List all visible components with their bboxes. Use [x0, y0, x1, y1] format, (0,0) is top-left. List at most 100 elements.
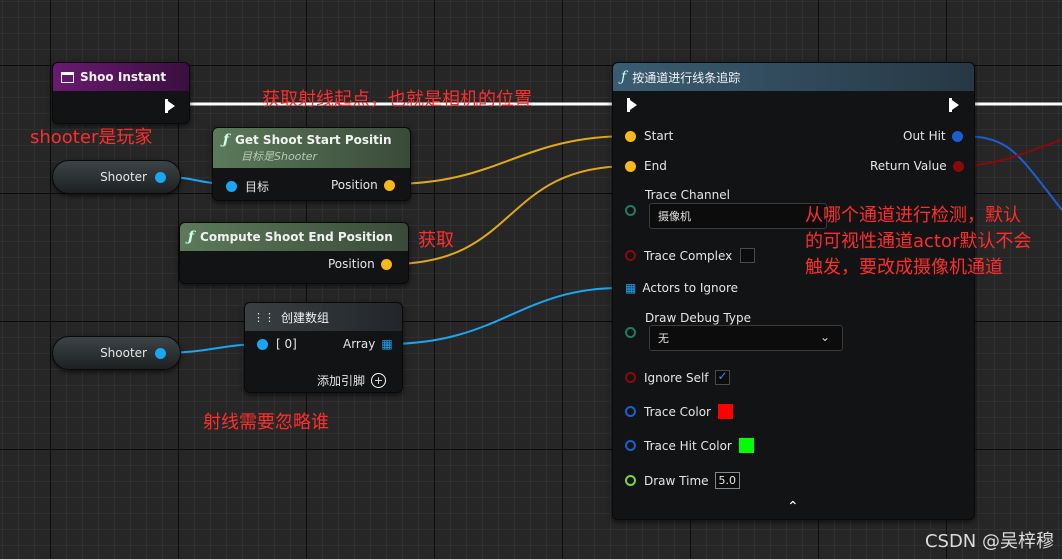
- add-pin-button[interactable]: 添加引脚 +: [317, 372, 387, 389]
- draw-debug-type-value: 无: [658, 332, 669, 345]
- return-value-label: Return Value: [870, 159, 947, 173]
- shooter-label: Shooter: [100, 346, 147, 360]
- struct-pin-icon: [625, 406, 636, 417]
- float-pin-icon: [625, 475, 636, 486]
- trace-exec-out[interactable]: [949, 98, 959, 112]
- exec-out-pin-icon: [165, 99, 175, 113]
- array-actors-wire: [386, 287, 621, 345]
- target-input-pin[interactable]: 目标: [226, 178, 269, 195]
- ignore-self-pin[interactable]: Ignore Self ✓: [625, 369, 730, 385]
- trace-exec-in[interactable]: [627, 98, 637, 112]
- struct-pin-icon: [625, 440, 636, 451]
- get-shoot-start-title: Get Shoot Start Positin: [235, 133, 392, 147]
- function-icon: ƒ: [621, 69, 627, 85]
- add-pin-plus-icon: +: [371, 373, 387, 388]
- bool-pin-icon: [952, 160, 964, 172]
- event-node-header: Shoo Instant: [53, 63, 189, 91]
- trace-color-swatch[interactable]: [716, 403, 734, 420]
- get-shoot-start-title-row: ƒ Get Shoot Start Positin: [223, 132, 392, 148]
- trace-channel-value: 摄像机: [658, 210, 691, 223]
- bool-pin-icon: [625, 372, 636, 383]
- ignore-self-checkbox[interactable]: ✓: [714, 369, 730, 385]
- function-icon: ƒ: [223, 132, 230, 148]
- vector-pin-icon: [625, 130, 636, 142]
- exec-in-pin-icon: [627, 98, 637, 112]
- shooter-annotation: shooter是玩家: [30, 127, 153, 148]
- start-position-output-pin[interactable]: Position: [331, 178, 395, 192]
- target-label: 目标: [245, 180, 270, 194]
- draw-debug-label-row: Draw Debug Type: [645, 311, 751, 325]
- exec-annotation: 获取射线起点，也就是相机的位置: [262, 89, 532, 110]
- draw-debug-pin[interactable]: [625, 327, 636, 338]
- function-icon: ƒ: [188, 229, 195, 245]
- vector-pin-icon: [625, 160, 636, 172]
- event-node[interactable]: Shoo Instant: [52, 62, 190, 124]
- array-output-pin[interactable]: Array ▦: [343, 337, 393, 351]
- ignore-self-label: Ignore Self: [644, 370, 709, 385]
- trace-complex-checkbox[interactable]: [740, 248, 756, 263]
- draw-time-input[interactable]: 5.0: [714, 472, 741, 489]
- return-value-output-pin[interactable]: Return Value: [870, 159, 964, 173]
- get-annotation: 获取: [418, 230, 454, 251]
- shooter-variable-node[interactable]: Shooter: [52, 160, 181, 194]
- end-input-pin[interactable]: End: [625, 159, 667, 173]
- draw-debug-type-label: Draw Debug Type: [645, 311, 751, 325]
- line-trace-title: 按通道进行线条追踪: [632, 70, 741, 85]
- draw-time-pin[interactable]: Draw Time 5.0: [625, 472, 741, 489]
- check-icon: ✓: [717, 369, 728, 383]
- end-label: End: [644, 159, 667, 173]
- byte-pin-icon: [625, 327, 636, 338]
- end-position-output-pin[interactable]: Position: [328, 257, 392, 271]
- get-shoot-start-subtitle: 目标是Shooter: [241, 150, 318, 163]
- target-pin-icon: [226, 181, 237, 192]
- actors-to-ignore-pin[interactable]: ▦ Actors to Ignore: [625, 281, 738, 295]
- position-pin-icon: [380, 258, 392, 270]
- shooter-output-pin[interactable]: [155, 171, 166, 183]
- element-pin-icon: [257, 338, 268, 350]
- out-hit-output-pin[interactable]: Out Hit: [903, 129, 963, 143]
- trace-hit-color-pin[interactable]: Trace Hit Color: [625, 437, 755, 454]
- array-output-label: Array: [343, 337, 376, 351]
- line-trace-header: ƒ 按通道进行线条追踪: [613, 63, 974, 91]
- line-trace-node[interactable]: ƒ 按通道进行线条追踪 Start Out Hit End Return Valu…: [612, 62, 975, 520]
- make-array-node[interactable]: ⋮⋮ 创建数组 [ 0] Array ▦ 添加引脚 +: [244, 302, 403, 393]
- channel-annotation-line2: 的可视性通道actor默认不会: [805, 231, 1032, 252]
- shooter-label: Shooter: [100, 170, 147, 184]
- shooter-output-pin[interactable]: [155, 347, 166, 359]
- trace-color-pin[interactable]: Trace Color: [625, 403, 734, 420]
- trace-channel-dropdown[interactable]: 摄像机: [649, 203, 827, 229]
- array-element-input-pin[interactable]: [ 0]: [257, 337, 297, 351]
- trace-channel-pin[interactable]: [625, 205, 636, 216]
- start-label: Start: [644, 129, 674, 143]
- out-hit-label: Out Hit: [903, 129, 946, 143]
- start-input-pin[interactable]: Start: [625, 129, 673, 143]
- chevron-down-icon: ⌄: [819, 330, 830, 344]
- trace-hit-color-swatch[interactable]: [737, 437, 755, 454]
- struct-pin-icon: [951, 130, 963, 142]
- get-shoot-start-header: ƒ Get Shoot Start Positin 目标是Shooter: [213, 128, 410, 168]
- trace-channel-label: Trace Channel: [645, 188, 730, 202]
- trace-complex-pin[interactable]: Trace Complex: [625, 248, 756, 263]
- make-array-header: ⋮⋮ 创建数组: [245, 303, 402, 331]
- watermark: CSDN @吴梓穆: [924, 531, 1054, 552]
- add-pin-label: 添加引脚: [317, 374, 366, 388]
- exec-out-pin-icon: [949, 98, 959, 112]
- event-exec-out[interactable]: [165, 99, 175, 113]
- shooter-variable-node[interactable]: Shooter: [52, 336, 181, 370]
- bool-pin-icon: [625, 250, 636, 261]
- channel-annotation-line3: 触发，要改成摄像机通道: [805, 257, 1003, 278]
- trace-hit-color-label: Trace Hit Color: [644, 438, 732, 453]
- start-position-label: Position: [331, 178, 378, 192]
- collapse-chevron-icon[interactable]: ⌃: [787, 499, 799, 515]
- trace-channel-label-row: Trace Channel: [645, 188, 730, 202]
- array-grid-icon: ▦: [381, 337, 393, 351]
- array-element-label: [ 0]: [276, 337, 297, 351]
- draw-time-label: Draw Time: [644, 473, 709, 488]
- byte-pin-icon: [625, 205, 636, 216]
- compute-end-node[interactable]: ƒ Compute Shoot End Position Position: [179, 222, 409, 284]
- array-grid-icon: ▦: [625, 281, 637, 295]
- draw-debug-type-dropdown[interactable]: 无 ⌄: [649, 325, 843, 351]
- event-icon: [61, 71, 74, 83]
- get-shoot-start-node[interactable]: ƒ Get Shoot Start Positin 目标是Shooter 目标 P…: [212, 127, 411, 201]
- position-pin-icon: [383, 179, 395, 191]
